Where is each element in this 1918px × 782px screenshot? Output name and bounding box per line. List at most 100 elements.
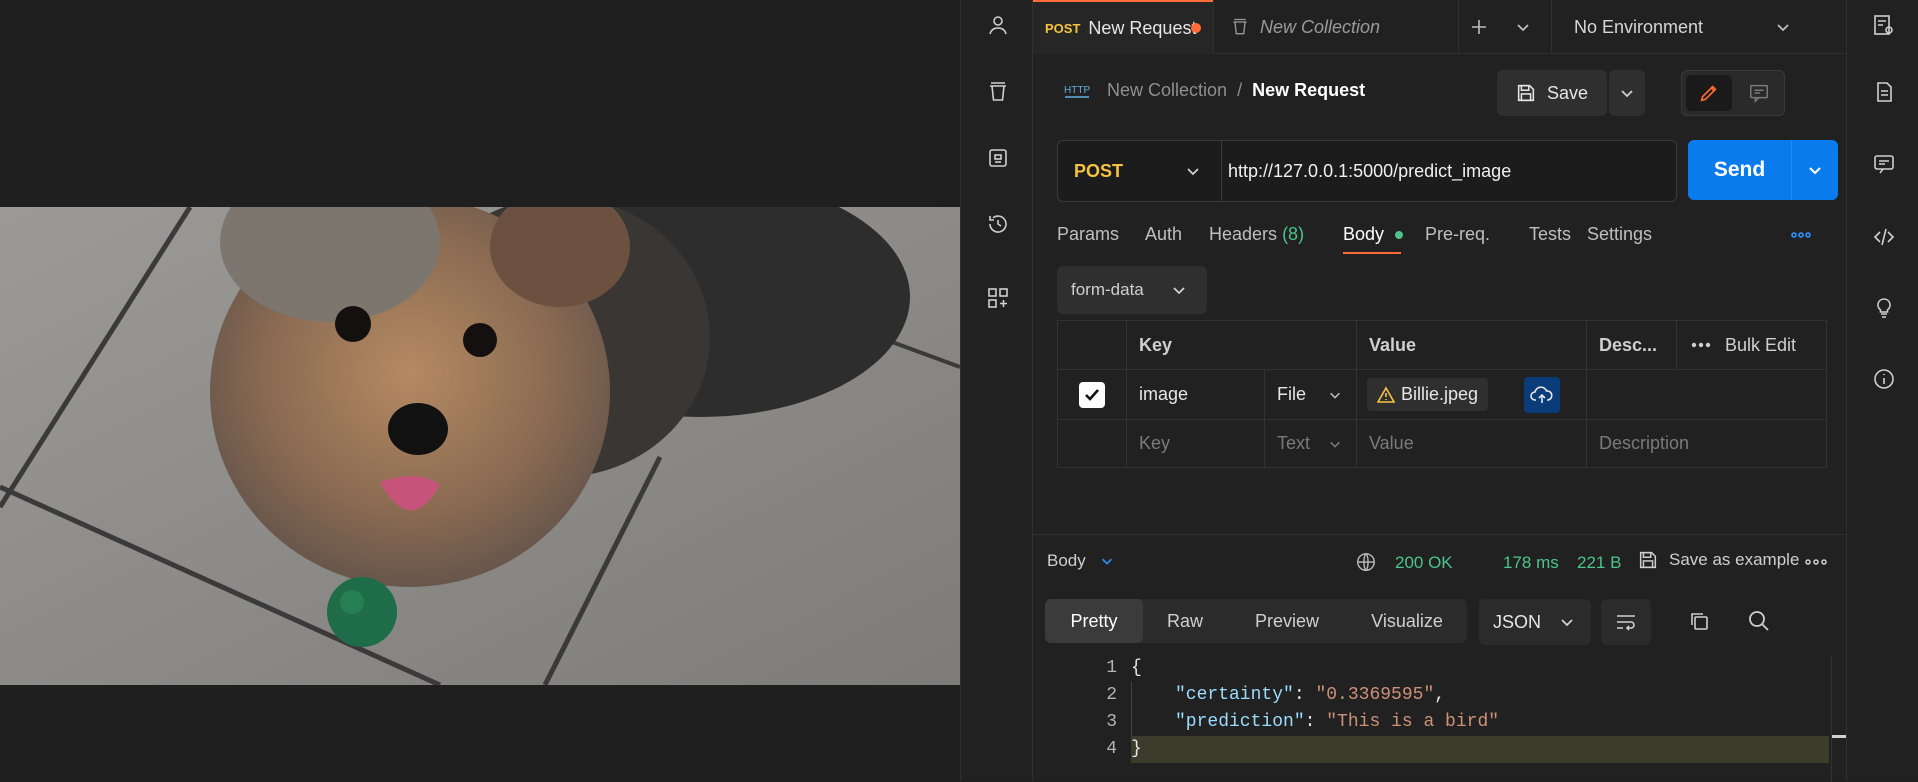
comment-mode-button[interactable] <box>1736 75 1782 111</box>
type-select-placeholder[interactable]: Text <box>1264 420 1356 467</box>
body-type-select[interactable]: form-data <box>1057 266 1207 314</box>
view-tab-preview[interactable]: Preview <box>1227 599 1347 643</box>
row-type-select[interactable]: File <box>1264 370 1356 419</box>
response-size[interactable]: 221 B <box>1577 553 1621 573</box>
row-description[interactable] <box>1586 370 1826 419</box>
save-button[interactable]: Save <box>1497 70 1607 116</box>
image-viewer <box>0 0 960 781</box>
response-label: Body <box>1047 551 1086 570</box>
line-numbers: 1 2 3 4 <box>1093 655 1117 763</box>
mode-toggle <box>1681 70 1785 116</box>
type-placeholder-label: Text <box>1277 433 1311 453</box>
documentation-icon[interactable] <box>1871 79 1897 105</box>
history-icon[interactable] <box>985 211 1011 237</box>
url-input[interactable] <box>1228 153 1658 189</box>
ellipsis-icon <box>1691 342 1711 348</box>
json-value: "This is a bird" <box>1326 712 1500 732</box>
tabs-dropdown-icon[interactable] <box>1503 0 1543 54</box>
response-pane: Body 200 OK 178 ms 221 B Save as example… <box>1033 534 1847 782</box>
response-time[interactable]: 178 ms <box>1503 553 1559 573</box>
view-tab-raw[interactable]: Raw <box>1143 599 1227 643</box>
method-select[interactable]: POST <box>1058 141 1222 201</box>
status-code[interactable]: 200 OK <box>1395 553 1453 573</box>
view-tab-pretty[interactable]: Pretty <box>1045 599 1143 643</box>
body-type-label: form-data <box>1071 280 1144 299</box>
collections-icon[interactable] <box>985 79 1011 105</box>
row-spacer <box>1058 420 1126 467</box>
lightbulb-icon[interactable] <box>1871 295 1897 321</box>
tab-new-collection[interactable]: New Collection <box>1213 0 1443 54</box>
cloud-upload-icon[interactable] <box>1524 376 1560 413</box>
add-workspace-icon[interactable] <box>985 285 1011 311</box>
http-icon: HTTP <box>1063 78 1091 102</box>
copy-icon[interactable] <box>1687 609 1711 633</box>
key-placeholder[interactable]: Key <box>1126 420 1264 467</box>
description-placeholder[interactable]: Description <box>1586 420 1826 467</box>
json-key: "prediction" <box>1175 712 1305 732</box>
file-chip[interactable]: Billie.jpeg <box>1367 378 1489 411</box>
table-row-empty: Key Text Value Description <box>1057 420 1827 468</box>
json-value: "0.3369595" <box>1315 685 1435 705</box>
response-body-select[interactable]: Body <box>1047 551 1114 571</box>
tab-settings[interactable]: Settings <box>1587 224 1652 245</box>
tab-params[interactable]: Params <box>1057 224 1119 245</box>
edit-mode-button[interactable] <box>1686 75 1732 111</box>
response-more-icon[interactable] <box>1805 559 1827 565</box>
row-type-label: File <box>1277 384 1307 404</box>
comment-icon <box>1748 82 1770 104</box>
info-icon[interactable] <box>1871 366 1897 392</box>
breadcrumb-collection[interactable]: New Collection <box>1107 80 1227 101</box>
tab-headers[interactable]: Headers (8) <box>1209 224 1304 245</box>
environment-select[interactable]: No Environment <box>1551 0 1811 54</box>
save-options-button[interactable] <box>1609 70 1645 116</box>
col-key: Key <box>1126 321 1356 369</box>
comments-icon[interactable] <box>1871 151 1897 177</box>
row-key[interactable]: image <box>1126 370 1264 419</box>
send-button[interactable]: Send <box>1688 140 1792 200</box>
user-icon[interactable] <box>985 12 1011 38</box>
chevron-down-icon <box>1559 614 1575 630</box>
row-checkbox[interactable] <box>1058 370 1126 419</box>
code-icon[interactable] <box>1871 224 1897 250</box>
send-options-button[interactable] <box>1792 140 1838 200</box>
tab-title: New Request <box>1088 17 1197 38</box>
tab-auth[interactable]: Auth <box>1145 224 1182 245</box>
tab-tests[interactable]: Tests <box>1529 224 1571 245</box>
save-as-example-button[interactable]: Save as example <box>1637 549 1799 571</box>
search-icon[interactable] <box>1747 609 1771 633</box>
wrap-lines-button[interactable] <box>1601 599 1651 645</box>
value-placeholder[interactable]: Value <box>1356 420 1586 467</box>
scrollbar-thumb[interactable] <box>1832 735 1846 738</box>
chevron-down-icon <box>1171 282 1187 298</box>
breadcrumb-request[interactable]: New Request <box>1252 80 1365 101</box>
format-select[interactable]: JSON <box>1479 599 1591 645</box>
globe-icon[interactable] <box>1355 551 1377 573</box>
environment-quicklook-icon[interactable] <box>1871 12 1897 38</box>
url-bar: POST <box>1057 140 1677 202</box>
more-options-icon[interactable] <box>1790 226 1812 244</box>
scrollbar[interactable] <box>1831 655 1846 782</box>
tab-body[interactable]: Body <box>1343 224 1404 254</box>
collection-icon <box>1230 17 1250 37</box>
bulk-edit-button[interactable]: Bulk Edit <box>1676 321 1826 369</box>
new-tab-button[interactable] <box>1458 0 1498 54</box>
view-tab-visualize[interactable]: Visualize <box>1347 599 1467 643</box>
tab-collection-title: New Collection <box>1260 16 1381 37</box>
tab-prereq[interactable]: Pre-req. <box>1425 224 1490 245</box>
active-tab-underline <box>1343 252 1401 254</box>
request-tabs: Params Auth Headers (8) Body Pre-req. Te… <box>1057 224 1817 260</box>
line-number: 1 <box>1106 658 1117 678</box>
line-number: 2 <box>1106 685 1117 705</box>
breadcrumb-separator: / <box>1237 79 1243 100</box>
tab-body-label: Body <box>1343 224 1385 244</box>
form-table-header: Key Value Desc... Bulk Edit <box>1057 320 1827 370</box>
response-code-viewer[interactable]: 1 2 3 4 { "certainty": "0.3369595", "pre… <box>1033 655 1847 782</box>
chevron-down-icon <box>1328 437 1342 451</box>
tab-headers-label: Headers <box>1209 224 1278 244</box>
body-indicator-dot <box>1395 231 1404 240</box>
environments-icon[interactable] <box>985 145 1011 171</box>
chevron-down-icon <box>1100 554 1114 568</box>
line-number: 4 <box>1106 739 1117 759</box>
tab-bar: POST New Request New Collection No Envir… <box>1033 0 1847 54</box>
tab-new-request[interactable]: POST New Request <box>1033 0 1213 54</box>
